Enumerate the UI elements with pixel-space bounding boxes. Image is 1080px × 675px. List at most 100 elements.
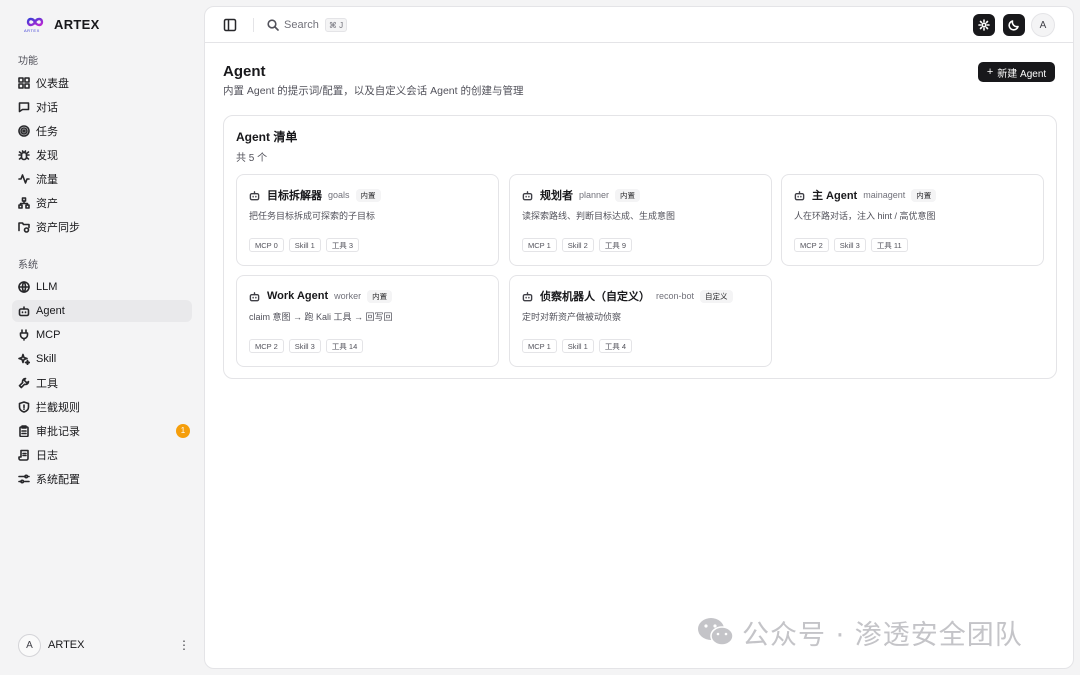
sidebar-item-dashboard[interactable]: 仪表盘	[12, 72, 192, 94]
sidebar-item-label: 资产	[36, 198, 58, 210]
bot-icon	[249, 291, 260, 302]
search-shortcut: ⌘ J	[324, 18, 348, 32]
bot-icon	[794, 190, 805, 201]
moon-icon	[1008, 20, 1019, 31]
sidebar-item-asset-sync[interactable]: 资产同步	[12, 216, 192, 238]
shield-icon	[18, 401, 30, 413]
avatar[interactable]: A	[1031, 13, 1055, 37]
sidebar-item-mcp[interactable]: MCP	[12, 324, 192, 346]
agent-card-mainagent[interactable]: 主 Agent mainagent 内置 人在环路对话，注入 hint / 高优…	[781, 174, 1044, 266]
sidebar-item-findings[interactable]: 发现	[12, 144, 192, 166]
new-agent-button[interactable]: + 新建 Agent	[978, 62, 1055, 82]
globe-icon	[18, 281, 30, 293]
watermark: 公众号 · 渗透安全团队	[696, 612, 1023, 652]
search-icon	[267, 19, 279, 31]
sidebar-item-traffic[interactable]: 流量	[12, 168, 192, 190]
sliders-icon	[18, 473, 30, 485]
mcp-count-chip: MCP 1	[522, 238, 557, 252]
sidebar-item-tasks[interactable]: 任务	[12, 120, 192, 142]
agent-id: goals	[328, 190, 350, 200]
network-icon	[18, 197, 30, 209]
skill-count-chip: Skill 1	[288, 238, 321, 252]
user-name: ARTEX	[48, 639, 85, 651]
agent-card-recon-bot[interactable]: 侦察机器人（自定义） recon-bot 自定义 定时对新资产做被动侦察 MCP…	[509, 275, 772, 367]
agent-name: 主 Agent	[812, 190, 858, 202]
mcp-count-chip: MCP 1	[522, 339, 557, 353]
sidebar-item-agent[interactable]: Agent	[12, 300, 192, 322]
settings-button[interactable]	[973, 14, 995, 36]
tool-count-chip: 工具 4	[598, 339, 633, 353]
sidebar-toggle-icon[interactable]	[223, 18, 237, 32]
sidebar-item-label: 拦截规则	[36, 402, 80, 414]
section-title-system: 系统	[18, 260, 38, 271]
sidebar-item-skill[interactable]: Skill	[12, 348, 192, 370]
user-menu[interactable]: A ARTEX ⋮	[18, 633, 190, 657]
page-title: Agent	[223, 63, 266, 80]
brand[interactable]: ARTEX ARTEX	[24, 14, 100, 34]
mcp-count-chip: MCP 2	[249, 339, 284, 353]
agent-name: 目标拆解器	[267, 190, 322, 202]
agent-type-badge: 内置	[911, 188, 937, 202]
agent-count: 共 5 个	[236, 153, 268, 164]
sidebar-item-label: 对话	[36, 102, 58, 114]
agent-card-planner[interactable]: 规划者 planner 内置 读探索路线、判断目标达成、生成意图 MCP 1 S…	[509, 174, 772, 266]
sidebar-item-approvals[interactable]: 审批记录 1	[12, 420, 192, 442]
bug-icon	[18, 149, 30, 161]
watermark-text: 公众号 · 渗透安全团队	[742, 619, 1023, 651]
dashboard-icon	[18, 77, 30, 89]
agent-name: Work Agent	[267, 290, 329, 302]
clipboard-icon	[18, 425, 30, 437]
logo-caption: ARTEX	[24, 28, 40, 33]
sidebar-item-label: 发现	[36, 150, 58, 162]
agent-type-badge: 自定义	[700, 289, 733, 303]
skill-count-chip: Skill 3	[288, 339, 321, 353]
agent-list-card: Agent 清单 共 5 个 目标拆解器 goals 内置 把任务目标拆成可探索…	[223, 115, 1057, 379]
folder-sync-icon	[18, 221, 30, 233]
plus-icon: +	[986, 66, 994, 78]
sidebar-item-logs[interactable]: 日志	[12, 444, 192, 466]
sidebar-item-label: 工具	[36, 378, 58, 390]
skill-count-chip: Skill 3	[833, 238, 866, 252]
agent-name: 规划者	[540, 190, 573, 202]
agent-description: 人在环路对话，注入 hint / 高优意图	[794, 211, 936, 221]
agent-id: planner	[579, 190, 610, 200]
agent-description: 定时对新资产做被动侦察	[522, 312, 622, 322]
agent-name: 侦察机器人（自定义）	[540, 291, 650, 303]
sidebar-item-tools[interactable]: 工具	[12, 372, 192, 394]
search-button[interactable]: Search ⌘ J	[267, 17, 348, 33]
activity-icon	[18, 173, 30, 185]
more-vertical-icon[interactable]: ⋮	[178, 639, 190, 651]
sidebar-item-label: LLM	[36, 281, 58, 293]
nav-section-system: 系统 LLM Agent MCP Skill 工具 拦截规则 审批记录 1 日志…	[12, 258, 192, 490]
bot-icon	[522, 291, 533, 302]
skill-count-chip: Skill 1	[561, 339, 594, 353]
chat-icon	[18, 101, 30, 113]
artex-logo-icon: ARTEX	[24, 14, 46, 34]
sidebar-item-label: 任务	[36, 126, 58, 138]
topbar: Search ⌘ J A	[205, 7, 1073, 43]
sidebar-item-llm[interactable]: LLM	[12, 276, 192, 298]
plug-icon	[18, 329, 30, 341]
agent-description: 把任务目标拆成可探索的子目标	[249, 211, 376, 221]
target-icon	[18, 125, 30, 137]
tool-count-chip: 工具 14	[325, 339, 364, 353]
skill-count-chip: Skill 2	[561, 238, 594, 252]
sidebar-item-label: Skill	[36, 353, 57, 365]
theme-toggle-button[interactable]	[1003, 14, 1025, 36]
agent-description: claim 意图 → 跑 Kali 工具 → 回写回	[249, 312, 393, 322]
agent-card-goals[interactable]: 目标拆解器 goals 内置 把任务目标拆成可探索的子目标 MCP 0 Skil…	[236, 174, 499, 266]
sidebar-item-assets[interactable]: 资产	[12, 192, 192, 214]
sidebar-item-label: 系统配置	[36, 474, 80, 486]
scroll-icon	[18, 449, 30, 461]
sidebar-item-system-settings[interactable]: 系统配置	[12, 468, 192, 490]
wechat-icon	[696, 615, 736, 649]
agent-id: mainagent	[863, 190, 906, 200]
sidebar-item-intercept-rules[interactable]: 拦截规则	[12, 396, 192, 418]
sidebar-item-chat[interactable]: 对话	[12, 96, 192, 118]
page-subtitle: 内置 Agent 的提示词/配置，以及自定义会话 Agent 的创建与管理	[223, 85, 524, 97]
avatar: A	[18, 633, 41, 657]
brand-name: ARTEX	[54, 16, 100, 32]
wrench-icon	[18, 377, 30, 389]
search-label: Search	[284, 19, 319, 31]
agent-card-worker[interactable]: Work Agent worker 内置 claim 意图 → 跑 Kali 工…	[236, 275, 499, 367]
